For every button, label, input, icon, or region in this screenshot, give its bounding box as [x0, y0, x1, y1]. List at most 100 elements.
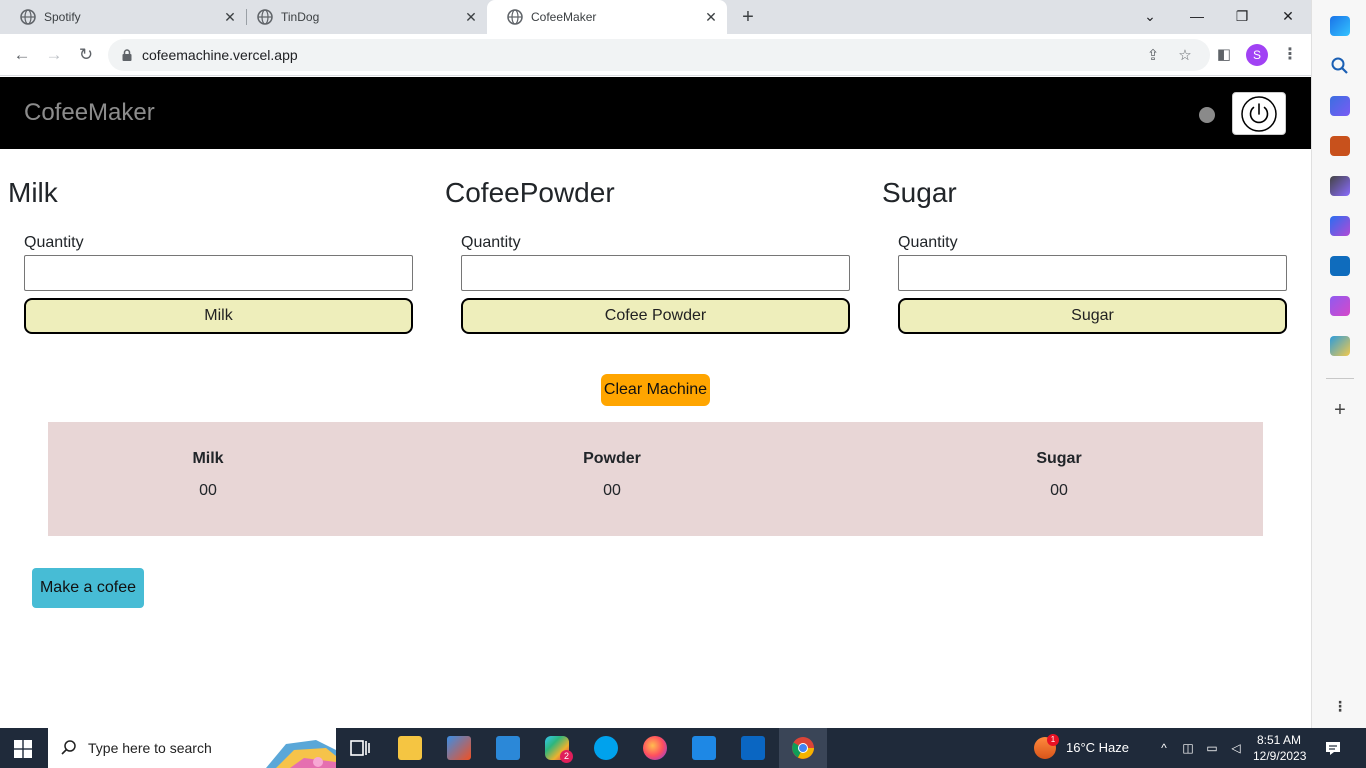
weather-icon[interactable]: 1 — [1034, 734, 1059, 759]
tab-title: CofeeMaker — [531, 10, 597, 24]
machine-contents-panel: Milk 00 Powder 00 Sugar 00 — [48, 422, 1263, 536]
add-cofee-powder-button[interactable]: Cofee Powder — [461, 298, 850, 334]
share-icon[interactable]: ⇪ — [1144, 47, 1162, 65]
summary-sugar-value: 00 — [1050, 482, 1068, 499]
linkedin-icon[interactable] — [741, 736, 765, 760]
web-page: CofeeMaker Milk Quantity Milk CofeePowde… — [0, 77, 1311, 728]
sidebar-divider — [1326, 378, 1354, 379]
tools-briefcase-icon[interactable] — [1330, 136, 1350, 156]
tab-tindog[interactable]: TinDog ✕ — [237, 0, 487, 34]
search-icon — [61, 740, 76, 755]
vscode-icon[interactable] — [692, 736, 716, 760]
windows-start-icon[interactable] — [14, 740, 32, 758]
minimize-button[interactable]: — — [1186, 5, 1208, 27]
tab-spotify[interactable]: Spotify ✕ — [0, 0, 246, 34]
profile-avatar[interactable]: S — [1246, 44, 1268, 66]
omnibox[interactable]: cofeemachine.vercel.app ⇪ ☆ — [108, 39, 1210, 71]
weather-badge: 1 — [1047, 734, 1059, 746]
url-text: cofeemachine.vercel.app — [142, 47, 298, 63]
app-navbar: CofeeMaker — [0, 77, 1311, 149]
cofee-powder-quantity-input[interactable] — [461, 255, 850, 291]
tab-cofeemaker[interactable]: CofeeMaker ✕ — [487, 0, 727, 34]
sugar-heading: Sugar — [882, 177, 957, 208]
taskbar-search-box[interactable]: Type here to search — [48, 728, 336, 768]
tab-search-chevron-icon[interactable]: ⌄ — [1139, 5, 1161, 27]
windows-taskbar: Type here to search 2 1 16°C Haze ^ ◫ ▭ … — [0, 728, 1366, 768]
reload-button[interactable]: ↻ — [75, 44, 97, 66]
add-sugar-button[interactable]: Sugar — [898, 298, 1287, 334]
milk-quantity-label: Quantity — [24, 234, 84, 251]
summary-milk: Milk 00 — [108, 450, 308, 500]
notifications-icon[interactable] — [1324, 739, 1342, 757]
sugar-quantity-input[interactable] — [898, 255, 1287, 291]
search-icon[interactable] — [1330, 56, 1350, 76]
chevron-up-icon[interactable]: ^ — [1156, 740, 1172, 756]
designer-icon[interactable] — [1330, 296, 1350, 316]
make-cofee-button[interactable]: Make a cofee — [32, 568, 144, 608]
sugar-section: Sugar Quantity Sugar — [882, 177, 1302, 334]
lock-icon — [122, 49, 132, 61]
meet-now-icon[interactable]: ◫ — [1180, 740, 1196, 756]
chrome-icon[interactable] — [791, 736, 815, 760]
summary-powder: Powder 00 — [512, 450, 712, 500]
skype-icon[interactable] — [594, 736, 618, 760]
cofee-powder-quantity-label: Quantity — [461, 234, 521, 251]
volume-icon[interactable]: ◁ — [1228, 740, 1244, 756]
address-toolbar: ← → ↻ cofeemachine.vercel.app ⇪ ☆ ◧ S ⋮ — [0, 34, 1311, 76]
file-explorer-icon[interactable] — [398, 736, 422, 760]
clock-time: 8:51 AM — [1256, 733, 1302, 747]
taskbar-clock[interactable]: 8:51 AM 12/9/2023 — [1253, 732, 1307, 764]
summary-milk-value: 00 — [199, 482, 217, 499]
slack-badge: 2 — [560, 750, 573, 763]
task-view-icon[interactable] — [348, 736, 372, 760]
summary-powder-label: Powder — [583, 450, 641, 467]
tab-strip: Spotify ✕ TinDog ✕ CofeeMaker ✕ + ⌄ — ❐ … — [0, 0, 1311, 34]
milk-heading: Milk — [8, 177, 58, 208]
clock-date: 12/9/2023 — [1253, 749, 1307, 763]
edge-sidebar: + ⋮ — [1311, 0, 1366, 728]
tab-title: Spotify — [44, 10, 81, 24]
slack-icon[interactable]: 2 — [545, 736, 573, 763]
office-icon[interactable] — [1330, 216, 1350, 236]
microsoft-store-icon[interactable] — [447, 736, 471, 760]
side-panel-icon[interactable]: ◧ — [1215, 46, 1233, 64]
power-button[interactable] — [1232, 92, 1286, 135]
sugar-quantity-label: Quantity — [898, 234, 958, 251]
globe-icon — [20, 9, 36, 25]
forward-button[interactable]: → — [43, 44, 65, 66]
restore-button[interactable]: ❐ — [1231, 5, 1253, 27]
milk-quantity-input[interactable] — [24, 255, 413, 291]
cofee-powder-heading: CofeePowder — [445, 177, 615, 208]
firefox-icon[interactable] — [643, 736, 667, 760]
globe-icon — [507, 9, 523, 25]
more-icon[interactable]: ⋮ — [1330, 696, 1350, 716]
close-icon[interactable]: ✕ — [703, 9, 719, 25]
shopping-tag-icon[interactable] — [1330, 96, 1350, 116]
milk-section: Milk Quantity Milk — [8, 177, 428, 334]
new-tab-button[interactable]: + — [738, 7, 758, 27]
games-icon[interactable] — [1330, 176, 1350, 196]
chrome-menu-icon[interactable]: ⋮ — [1280, 44, 1300, 66]
add-icon[interactable]: + — [1330, 400, 1350, 420]
brand-title[interactable]: CofeeMaker — [24, 99, 155, 127]
mail-icon[interactable] — [496, 736, 520, 760]
clear-machine-button[interactable]: Clear Machine — [601, 374, 710, 406]
close-icon[interactable]: ✕ — [463, 9, 479, 25]
outlook-icon[interactable] — [1330, 256, 1350, 276]
close-icon[interactable]: ✕ — [222, 9, 238, 25]
network-icon[interactable]: ▭ — [1204, 740, 1220, 756]
close-window-button[interactable]: ✕ — [1277, 5, 1299, 27]
power-icon — [1241, 95, 1277, 132]
weather-text[interactable]: 16°C Haze — [1066, 740, 1129, 755]
taskbar-search-placeholder: Type here to search — [88, 740, 212, 756]
summary-milk-label: Milk — [192, 450, 224, 467]
drop-icon[interactable] — [1330, 336, 1350, 356]
globe-icon — [257, 9, 273, 25]
summary-sugar-label: Sugar — [1036, 450, 1082, 467]
add-milk-button[interactable]: Milk — [24, 298, 413, 334]
back-button[interactable]: ← — [11, 44, 33, 66]
machine-status-indicator — [1199, 107, 1215, 123]
copilot-icon[interactable] — [1330, 16, 1350, 36]
bookmark-star-icon[interactable]: ☆ — [1176, 47, 1194, 65]
summary-sugar: Sugar 00 — [959, 450, 1159, 500]
